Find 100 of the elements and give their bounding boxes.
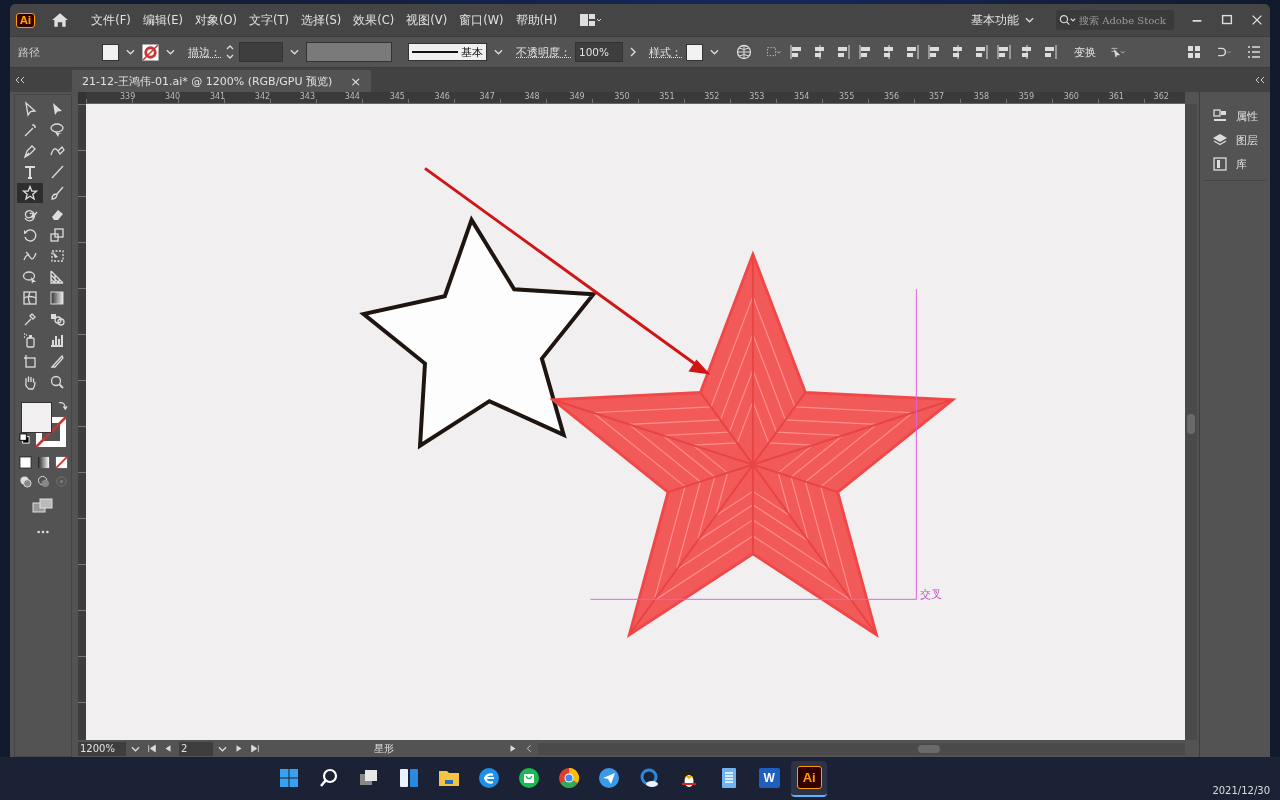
panel-tab[interactable]: 图层 [1204, 128, 1266, 152]
workspace-button[interactable]: 基本功能 [965, 11, 1040, 29]
none-mode-icon[interactable] [54, 456, 68, 469]
menu-item[interactable]: 视图(V) [402, 12, 452, 28]
caret-icon[interactable] [218, 745, 227, 752]
vertical-scrollbar[interactable] [1185, 104, 1197, 740]
more-icon[interactable] [36, 530, 50, 534]
search-field[interactable]: 搜索 Adobe Stock [1056, 10, 1174, 30]
opacity-field[interactable]: 100% [575, 42, 623, 62]
next-artboard-icon[interactable] [234, 744, 244, 753]
scroll-thumb[interactable] [918, 744, 940, 753]
menu-item[interactable]: 文件(F) [87, 12, 135, 28]
caret-icon[interactable] [131, 745, 140, 752]
tool-button[interactable] [16, 183, 43, 203]
document-tab[interactable]: 21-12-王鸿伟-01.ai* @ 1200% (RGB/GPU 预览) × [72, 70, 372, 92]
opacity-label[interactable]: 不透明度： [516, 44, 571, 60]
brush-icon [48, 185, 65, 201]
caret-icon[interactable] [126, 49, 135, 55]
grid-icon[interactable] [1186, 44, 1202, 60]
menu-item[interactable]: 对象(O) [191, 12, 242, 28]
ruler-label: 348 [524, 92, 540, 103]
ruler-label: 345 [389, 92, 405, 103]
scroll-thumb[interactable] [1187, 414, 1195, 434]
search-icon[interactable] [1059, 13, 1077, 27]
color-mode-icon[interactable] [18, 456, 32, 469]
caret-icon[interactable] [710, 49, 719, 55]
swap-arrow-icon[interactable] [57, 400, 68, 411]
stroke-line-icon [412, 50, 458, 54]
menu-item[interactable]: 效果(C) [349, 12, 399, 28]
align-icon[interactable] [996, 44, 1012, 60]
striped-star-shape[interactable] [549, 250, 957, 638]
menu-item[interactable]: 帮助(H) [511, 12, 562, 28]
draw-normal-icon[interactable] [18, 475, 32, 488]
close-tab-button[interactable]: × [350, 73, 362, 89]
perspective-grid-icon [48, 269, 65, 285]
caret-icon [1025, 17, 1034, 23]
ruler-label: 341 [209, 92, 226, 103]
ruler-label: 349 [569, 92, 585, 103]
menu-item[interactable]: 编辑(E) [138, 12, 187, 28]
artboard-number-field[interactable]: 2 [179, 741, 213, 756]
taskbar-app[interactable]: W [751, 760, 788, 797]
scroll-left-icon[interactable] [524, 744, 534, 753]
panel-tab[interactable]: 属性 [1204, 104, 1266, 128]
menu-item[interactable]: 文字(T) [245, 12, 294, 28]
align-icon[interactable] [835, 44, 851, 60]
stroke-profile-dropdown[interactable]: 基本 [408, 43, 487, 61]
close-icon[interactable] [1250, 13, 1264, 27]
spinner-icon[interactable] [225, 43, 235, 61]
taskbar-app[interactable]: Ai [791, 760, 828, 797]
outlined-star-shape[interactable] [359, 215, 598, 450]
gradient-mode-icon[interactable] [36, 456, 50, 469]
ruler-label: 342 [254, 92, 271, 103]
menu-item[interactable]: 选择(S) [297, 12, 346, 28]
e-logo-icon [477, 765, 502, 790]
screen-mode-icon[interactable] [32, 498, 54, 514]
chevron-right-icon[interactable] [630, 47, 636, 57]
maximize-icon[interactable] [1220, 13, 1234, 27]
align-icon[interactable] [904, 44, 920, 60]
first-artboard-icon[interactable] [147, 744, 157, 753]
previous-artboard-icon[interactable] [163, 744, 173, 753]
layout-icon[interactable] [577, 12, 604, 28]
globe-icon[interactable] [736, 44, 752, 60]
fill-swatch[interactable] [102, 43, 119, 61]
ruler-label: 350 [614, 92, 630, 103]
artboard-icon [21, 353, 38, 369]
align-icon[interactable] [1042, 44, 1058, 60]
guide-label: 交叉 [920, 588, 943, 602]
caret-icon[interactable] [290, 49, 299, 55]
selection-type-label: 路径 [18, 44, 41, 60]
draw-behind-icon[interactable] [36, 475, 50, 488]
style-label[interactable]: 样式： [649, 44, 682, 60]
fill-stroke-swatches-drawing[interactable] [21, 402, 67, 448]
arrow-shape[interactable] [424, 167, 711, 375]
collapse-icon[interactable] [1254, 76, 1266, 84]
panel-tab[interactable]: 库 [1204, 152, 1266, 176]
play-icon[interactable] [508, 744, 518, 753]
ruler-label: 354 [794, 92, 810, 103]
align-icon[interactable] [973, 44, 989, 60]
app-logo: Ai [796, 766, 822, 789]
ruler-label: 347 [479, 92, 495, 103]
menu-icon[interactable] [1246, 44, 1262, 60]
zoom-field[interactable]: 1200% [78, 741, 126, 756]
caret-icon[interactable] [494, 49, 503, 55]
transform-link[interactable]: 变换 [1074, 44, 1096, 60]
no-stroke-swatch-icon[interactable] [142, 43, 159, 61]
ruler-label: 340 [164, 92, 181, 103]
stroke-label[interactable]: 描边： [188, 44, 221, 60]
default-colors-icon[interactable] [19, 433, 30, 444]
collapse-icon[interactable] [14, 76, 26, 84]
horizontal-scrollbar[interactable] [538, 742, 1185, 755]
spray-can-icon [21, 332, 38, 348]
last-artboard-icon[interactable] [250, 744, 260, 753]
home-icon[interactable] [51, 11, 70, 29]
ruler-label: 346 [434, 92, 450, 103]
stroke-weight-field[interactable] [239, 42, 283, 62]
style-swatch[interactable] [686, 43, 703, 61]
caret-icon[interactable] [166, 49, 175, 55]
menu-item[interactable]: 窗口(W) [455, 12, 508, 28]
ruler-label: 351 [659, 92, 675, 103]
ruler-label: 359 [1018, 92, 1035, 103]
